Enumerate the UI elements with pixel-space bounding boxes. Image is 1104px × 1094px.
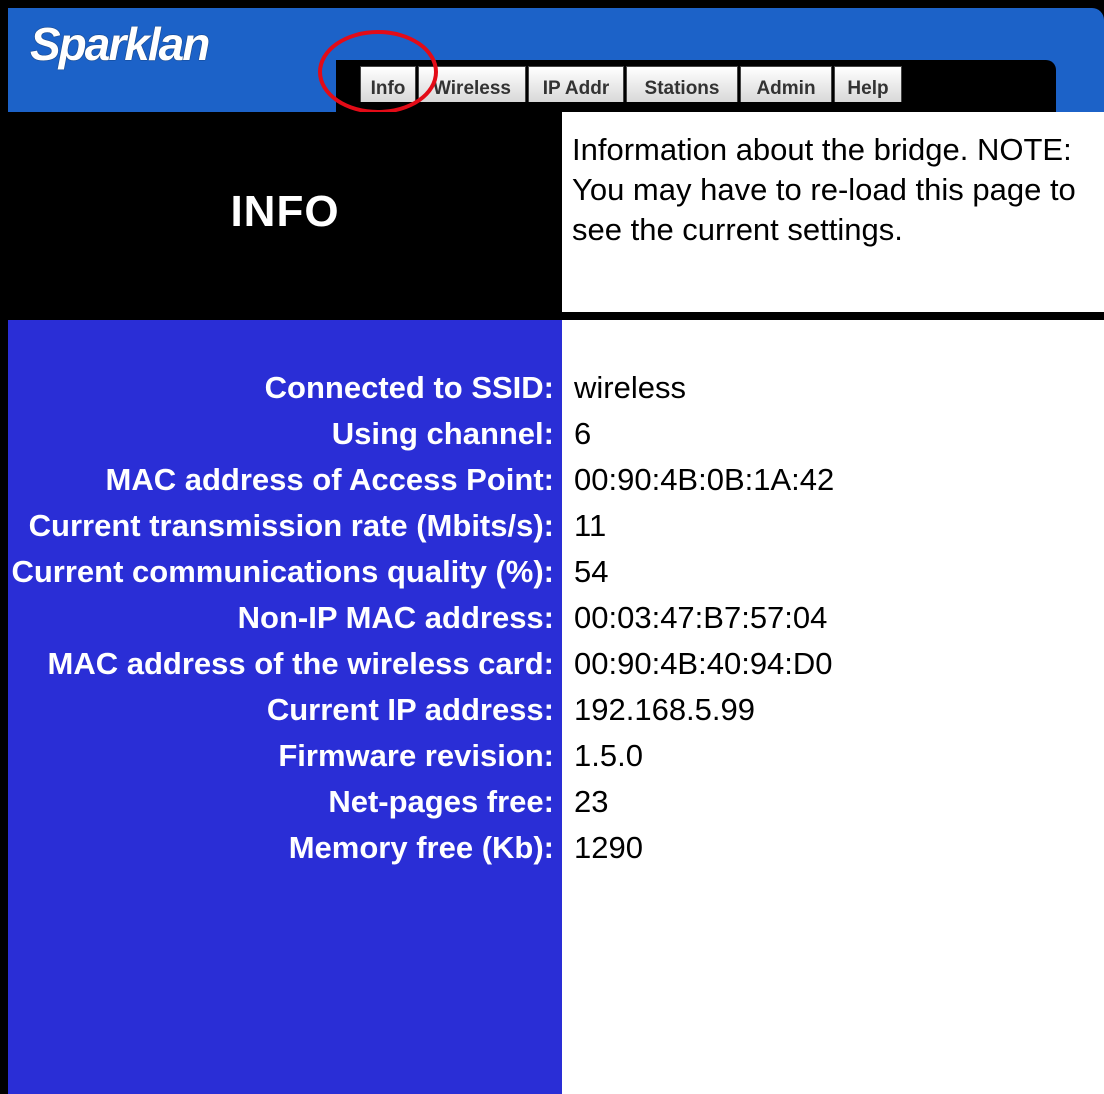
info-value: 00:90:4B:40:94:D0 (574, 646, 833, 681)
info-row-quality: Current communications quality (%): 54 (8, 549, 1104, 595)
info-row-net-pages: Net-pages free: 23 (8, 779, 1104, 825)
tab-admin[interactable]: Admin (740, 66, 832, 102)
tab-wireless[interactable]: Wireless (418, 66, 526, 102)
info-value: 54 (574, 554, 609, 589)
info-label: Using channel: (331, 416, 554, 451)
info-row-ap-mac: MAC address of Access Point: 00:90:4B:0B… (8, 457, 1104, 503)
page-description: Information about the bridge. NOTE: You … (562, 112, 1104, 312)
info-row-channel: Using channel: 6 (8, 411, 1104, 457)
info-label: MAC address of the wireless card: (47, 646, 555, 681)
info-label: Memory free (Kb): (288, 830, 554, 865)
sparklan-logo: Sparklan (30, 12, 210, 76)
info-value: 00:03:47:B7:57:04 (574, 600, 828, 635)
divider (562, 312, 1104, 320)
info-label: Current IP address: (266, 692, 554, 727)
info-row-firmware: Firmware revision: 1.5.0 (8, 733, 1104, 779)
info-row-non-ip-mac: Non-IP MAC address: 00:03:47:B7:57:04 (8, 595, 1104, 641)
info-label: Non-IP MAC address: (237, 600, 554, 635)
info-label: Connected to SSID: (264, 370, 554, 405)
info-value: 192.168.5.99 (574, 692, 756, 727)
tab-ip-addr[interactable]: IP Addr (528, 66, 624, 102)
info-row-tx-rate: Current transmission rate (Mbits/s): 11 (8, 503, 1104, 549)
info-row-memory: Memory free (Kb): 1290 (8, 825, 1104, 871)
info-label: Current communications quality (%): (11, 554, 554, 589)
info-label: Firmware revision: (278, 738, 554, 773)
tab-info[interactable]: Info (360, 66, 416, 102)
tab-stations[interactable]: Stations (626, 66, 738, 102)
tab-help[interactable]: Help (834, 66, 902, 102)
info-value: 6 (574, 416, 592, 451)
tab-bar: Info Wireless IP Addr Stations Admin Hel… (360, 66, 902, 102)
page-title: INFO (230, 187, 340, 236)
info-label: MAC address of Access Point: (105, 462, 554, 497)
info-value: 00:90:4B:0B:1A:42 (574, 462, 835, 497)
info-value: 11 (574, 508, 607, 543)
info-value: wireless (574, 370, 686, 405)
info-table: Connected to SSID: wireless Using channe… (8, 365, 1104, 871)
page-title-panel: INFO (8, 112, 562, 312)
info-row-card-mac: MAC address of the wireless card: 00:90:… (8, 641, 1104, 687)
logo-text: Sparklan (30, 18, 210, 70)
info-row-ip: Current IP address: 192.168.5.99 (8, 687, 1104, 733)
info-row-ssid: Connected to SSID: wireless (8, 365, 1104, 411)
info-value: 23 (574, 784, 609, 819)
info-value: 1290 (574, 830, 643, 865)
info-value: 1.5.0 (574, 738, 643, 773)
info-page: Sparklan Info Wireless IP Addr Stations … (0, 0, 1104, 1094)
info-label: Current transmission rate (Mbits/s): (28, 508, 554, 543)
info-label: Net-pages free: (328, 784, 554, 819)
